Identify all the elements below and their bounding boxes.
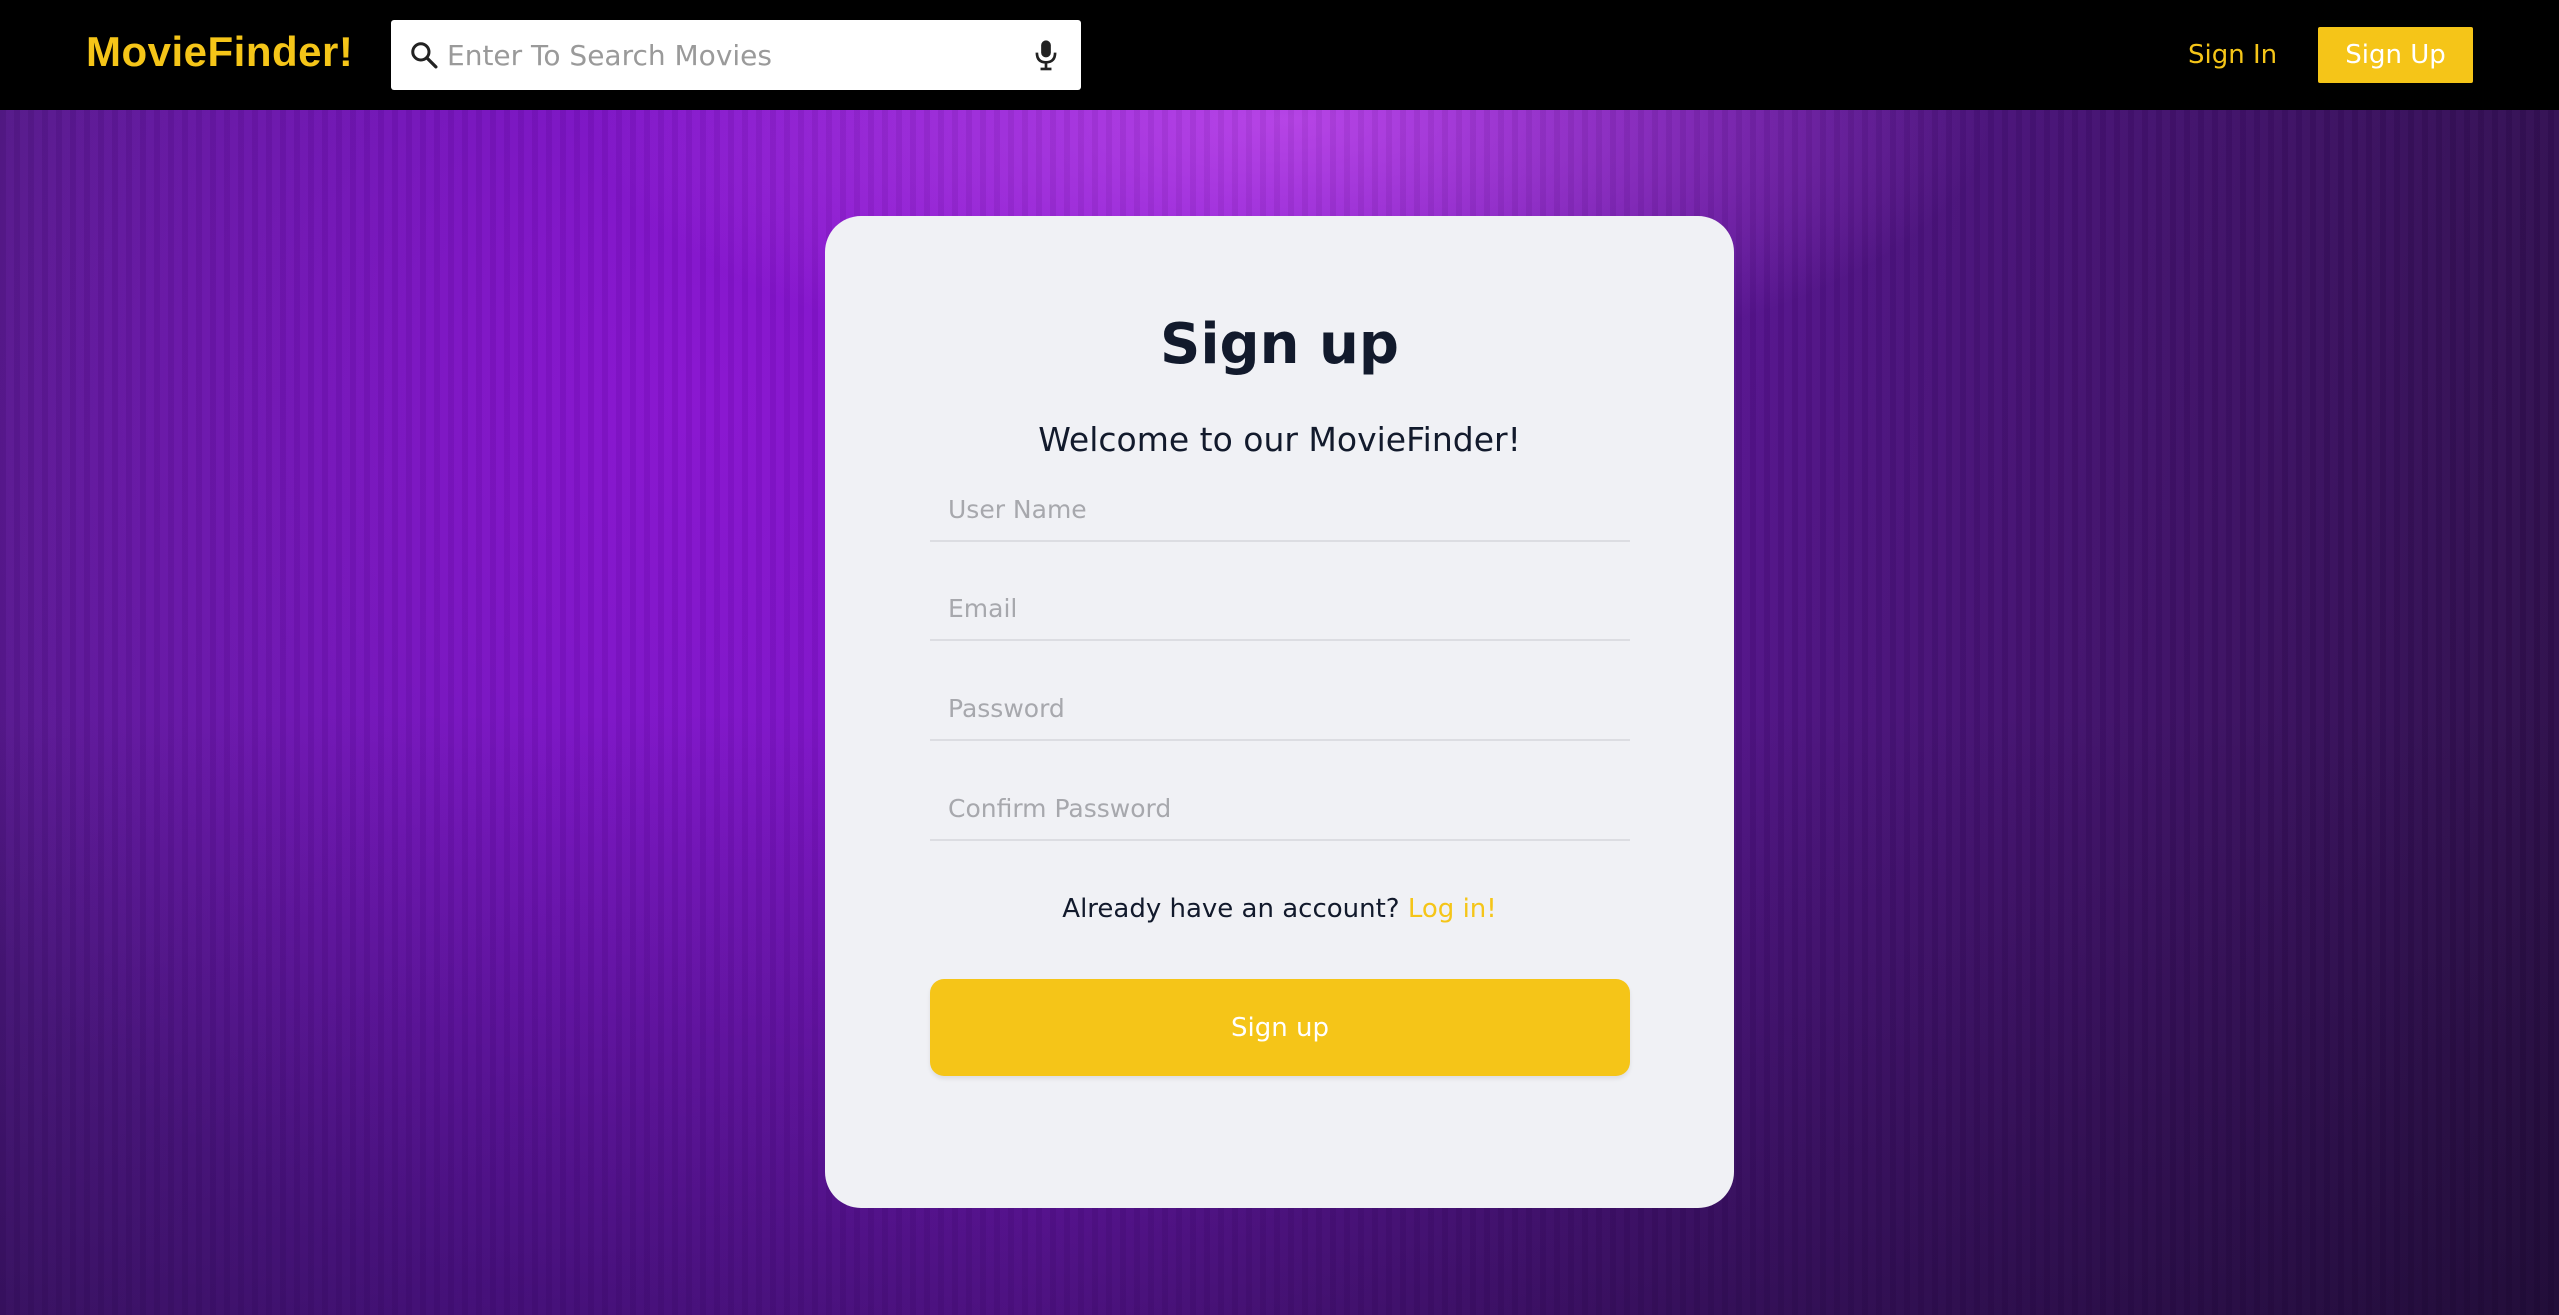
email-field[interactable] [930,577,1630,641]
username-field[interactable] [930,478,1630,542]
sign-in-link[interactable]: Sign In [2170,32,2295,78]
confirm-password-field[interactable] [930,777,1630,841]
password-field[interactable] [930,677,1630,741]
search-input[interactable] [447,30,1007,80]
signup-card: Sign up Welcome to our MovieFinder! Alre… [825,216,1734,1208]
signup-submit-button[interactable]: Sign up [930,979,1630,1076]
login-prompt-text: Already have an account? [1062,894,1400,924]
login-link[interactable]: Log in! [1408,894,1497,924]
sign-up-button[interactable]: Sign Up [2318,27,2473,83]
signup-title: Sign up [1160,312,1399,377]
site-logo[interactable]: MovieFinder! [86,28,353,76]
welcome-text: Welcome to our MovieFinder! [1038,420,1521,459]
top-navbar: MovieFinder! Sign In Sign Up [0,0,2559,110]
search-bar [391,20,1081,90]
microphone-icon[interactable] [1031,38,1061,72]
login-prompt: Already have an account? Log in! [825,894,1734,924]
search-icon[interactable] [409,40,439,70]
